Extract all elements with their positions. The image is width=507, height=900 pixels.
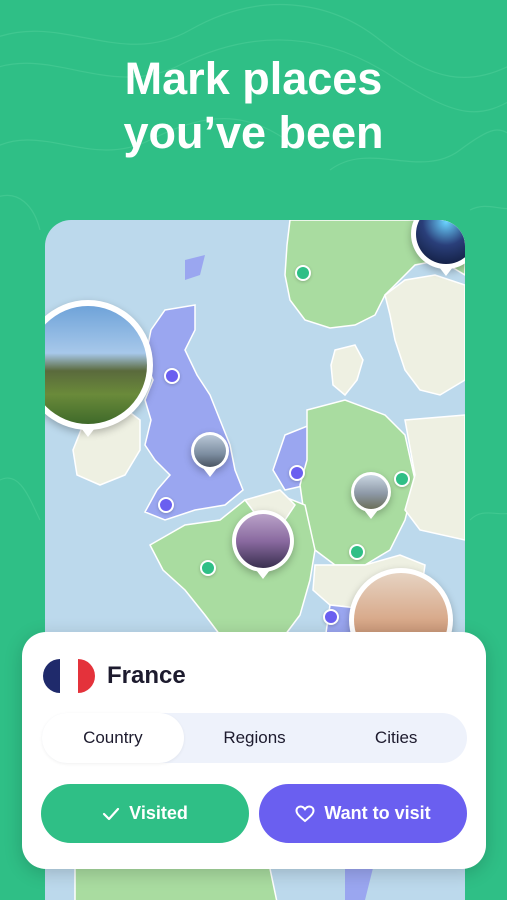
poland-land — [404, 414, 465, 541]
scotland-dot[interactable] — [164, 368, 180, 384]
heart-icon — [295, 804, 315, 823]
tab-cities[interactable]: Cities — [325, 713, 467, 763]
visited-button[interactable]: Visited — [41, 784, 249, 843]
denmark-land — [330, 344, 364, 397]
tab-regions[interactable]: Regions — [184, 713, 326, 763]
headline: Mark places you’ve been — [0, 52, 507, 160]
want-to-visit-button[interactable]: Want to visit — [259, 784, 467, 843]
italy-dot[interactable] — [323, 609, 339, 625]
germany-dot-east[interactable] — [394, 471, 410, 487]
sweden-land — [384, 274, 465, 396]
castle-germany-photo-pin[interactable] — [351, 472, 391, 519]
netherlands-dot[interactable] — [289, 465, 305, 481]
norway-dot[interactable] — [295, 265, 311, 281]
want-to-visit-label: Want to visit — [324, 803, 431, 823]
england-dot[interactable] — [158, 497, 174, 513]
germany-dot-south[interactable] — [349, 544, 365, 560]
headline-line-1: Mark places — [124, 53, 383, 104]
france-flag-icon — [43, 659, 95, 693]
eiffel-photo-pin[interactable] — [232, 510, 294, 579]
hebrides-land — [185, 255, 205, 280]
country-sheet: France Country Regions Cities Visited Wa… — [22, 632, 486, 869]
great-britain-land — [143, 304, 244, 521]
headline-line-2: you’ve been — [123, 107, 384, 158]
castle-germany-photo — [354, 475, 388, 509]
aurora-photo — [416, 220, 465, 264]
london-photo-pin[interactable] — [191, 432, 229, 477]
check-icon — [102, 807, 120, 821]
tab-country[interactable]: Country — [42, 713, 184, 763]
castle-photo — [45, 306, 147, 424]
country-name: France — [107, 662, 186, 689]
london-photo — [194, 435, 226, 467]
eiffel-photo — [236, 514, 290, 568]
level-selector: Country Regions Cities — [42, 713, 467, 763]
france-dot[interactable] — [200, 560, 216, 576]
visited-label: Visited — [129, 803, 188, 823]
